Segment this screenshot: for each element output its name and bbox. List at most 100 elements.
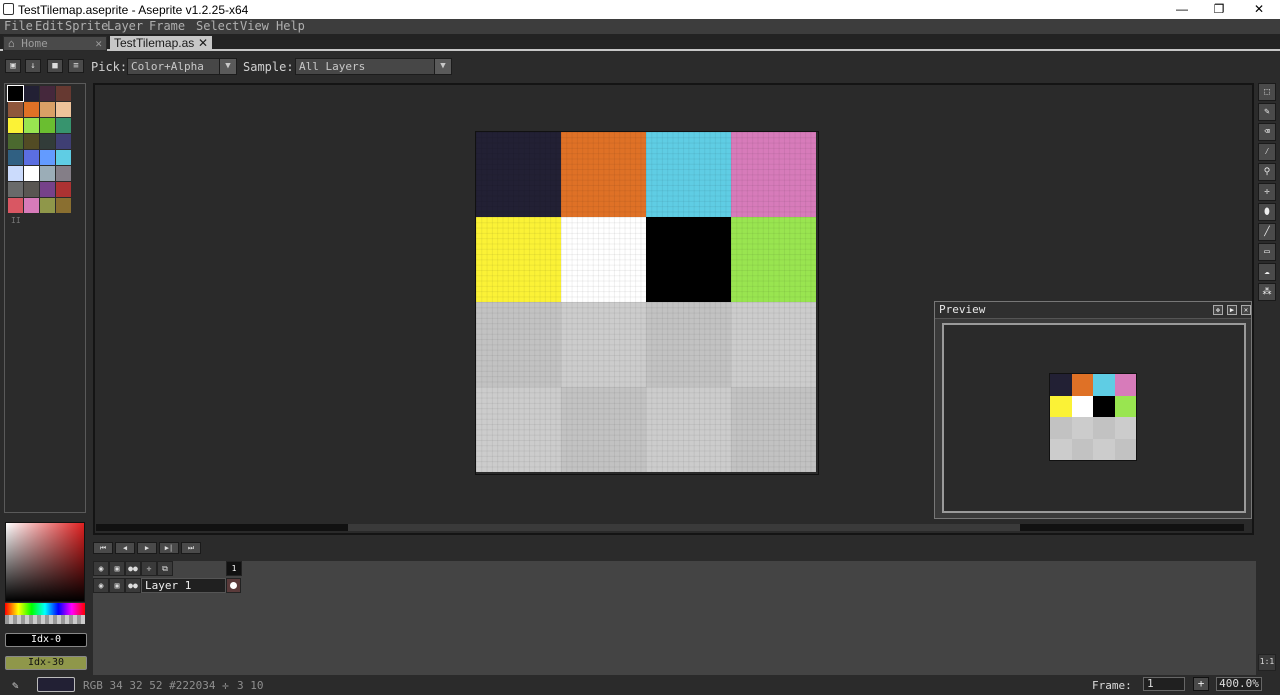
palette-swatch[interactable] [40,86,55,101]
scrollbar-thumb[interactable] [348,524,1020,531]
maximize-button[interactable]: ❐ [1199,1,1239,17]
palette-swatch[interactable] [24,118,39,133]
palette-swatch[interactable] [24,150,39,165]
tab-testtilemap[interactable]: TestTilemap.as ✕ [110,36,212,51]
onion-skin-icon[interactable]: ●● [125,561,141,576]
play-icon[interactable]: ▶ [1227,305,1237,315]
layer-link-icon[interactable]: ✛ [141,561,157,576]
layer-onion-icon[interactable]: ●● [125,578,141,593]
horizontal-scrollbar[interactable] [96,524,1244,531]
palette-swatch[interactable] [24,86,39,101]
eraser-icon[interactable]: ⌫ [1258,123,1276,141]
palette-swatch[interactable] [24,166,39,181]
palette-swatch[interactable] [8,102,23,117]
add-frame-button[interactable]: + [1193,677,1209,691]
next-frame-button[interactable]: ▶| [159,542,179,554]
color-spectrum[interactable] [5,522,85,602]
menu-help[interactable]: Help [276,19,305,34]
lock-icon[interactable]: ▣ [5,59,21,73]
line-icon[interactable]: ╱ [1258,223,1276,241]
palette-swatch[interactable] [8,118,23,133]
preview-header[interactable]: Preview [935,302,1251,319]
palette-swatch[interactable] [8,150,23,165]
layer-lock-icon[interactable]: ▣ [109,578,125,593]
palette-swatch[interactable] [8,198,23,213]
menu-view[interactable]: View [240,19,269,34]
palette-swatch[interactable] [24,198,39,213]
fullscreen-icon[interactable]: ✥ [1213,305,1223,315]
menu-edit[interactable]: Edit [35,19,64,34]
palette-swatch[interactable] [56,134,71,149]
palette-swatch[interactable] [56,166,71,181]
previous-frame-button[interactable]: ◀ [115,542,135,554]
palette-swatch[interactable] [56,182,71,197]
palette-swatch[interactable] [40,182,55,197]
palette-swatch[interactable] [56,86,71,101]
move-icon[interactable]: ✛ [1258,183,1276,201]
foreground-color-button[interactable]: Idx-0 [5,633,87,647]
minimize-button[interactable]: — [1162,1,1202,17]
zoom-input[interactable]: 400.0% [1216,677,1262,691]
menu-frame[interactable]: Frame [149,19,185,34]
timeline-size-icon[interactable]: 1:1 [1258,654,1276,671]
palette-swatch[interactable] [24,134,39,149]
chevron-down-icon[interactable]: ▼ [219,58,237,75]
palette-swatch[interactable] [24,102,39,117]
pencil-icon[interactable]: ✎ [1258,103,1276,121]
last-frame-button[interactable]: ⏭ [181,542,201,554]
arrow-down-icon[interactable]: ↓ [25,59,41,73]
palette-swatch[interactable] [40,102,55,117]
continuous-icon[interactable]: ⧉ [157,561,173,576]
background-color-button[interactable]: Idx-30 [5,656,87,670]
layer-visibility-icon[interactable]: ◉ [93,578,109,593]
pick-select[interactable]: Color+Alpha ▼ [127,58,237,75]
sprite-canvas[interactable] [475,131,819,475]
close-icon[interactable]: ✕ [1241,305,1251,315]
tab-file-close-icon[interactable]: ✕ [198,36,208,50]
close-window-button[interactable]: ✕ [1239,1,1279,17]
rectangle-icon[interactable]: ▭ [1258,243,1276,261]
eyedropper-icon[interactable]: ⁄ [1258,143,1276,161]
list-icon[interactable]: ≡ [68,59,84,73]
tab-home-close-icon[interactable]: ✕ [95,37,102,51]
menu-select[interactable]: Select [196,19,239,34]
palette-resize-handle[interactable]: II [11,216,21,225]
palette-swatch[interactable] [56,118,71,133]
palette-swatch[interactable] [7,85,24,102]
palette-swatch[interactable] [40,118,55,133]
cel-1[interactable] [226,578,241,593]
layer-name[interactable]: Layer 1 [141,578,226,593]
blur-icon[interactable]: ☁ [1258,263,1276,281]
lock-header-icon[interactable]: ▣ [109,561,125,576]
palette-swatch[interactable] [40,166,55,181]
timeline: ⏮ ◀ ▶ ▶| ⏭ ◉ ▣ ●● ✛ ⧉ 1 ◉ ▣ ●● Layer 1 1… [93,540,1276,675]
paint-bucket-icon[interactable]: ⬮ [1258,203,1276,221]
palette-swatch[interactable] [8,182,23,197]
palette-swatch[interactable] [40,150,55,165]
square-icon[interactable]: ■ [47,59,63,73]
palette-swatch[interactable] [24,182,39,197]
palette-swatch[interactable] [40,134,55,149]
palette-swatch[interactable] [56,198,71,213]
frame-header[interactable]: 1 [226,561,242,576]
menu-file[interactable]: File [4,19,33,34]
menu-sprite[interactable]: Sprite [65,19,108,34]
eye-icon[interactable]: ◉ [93,561,109,576]
hue-slider[interactable] [5,603,85,615]
zoom-icon[interactable]: ⚲ [1258,163,1276,181]
tab-home[interactable]: ⌂ Home ✕ [3,36,107,51]
palette-swatch[interactable] [8,166,23,181]
frame-input[interactable]: 1 [1143,677,1185,691]
alpha-slider[interactable] [5,615,85,624]
first-frame-button[interactable]: ⏮ [93,542,113,554]
marquee-icon[interactable]: ⬚ [1258,83,1276,101]
sample-select[interactable]: All Layers ▼ [295,58,452,75]
menu-layer[interactable]: Layer [107,19,143,34]
palette-swatch[interactable] [56,102,71,117]
palette-swatch[interactable] [8,134,23,149]
chevron-down-icon[interactable]: ▼ [434,58,452,75]
spray-icon[interactable]: ⁂ [1258,283,1276,301]
play-button[interactable]: ▶ [137,542,157,554]
palette-swatch[interactable] [40,198,55,213]
palette-swatch[interactable] [56,150,71,165]
